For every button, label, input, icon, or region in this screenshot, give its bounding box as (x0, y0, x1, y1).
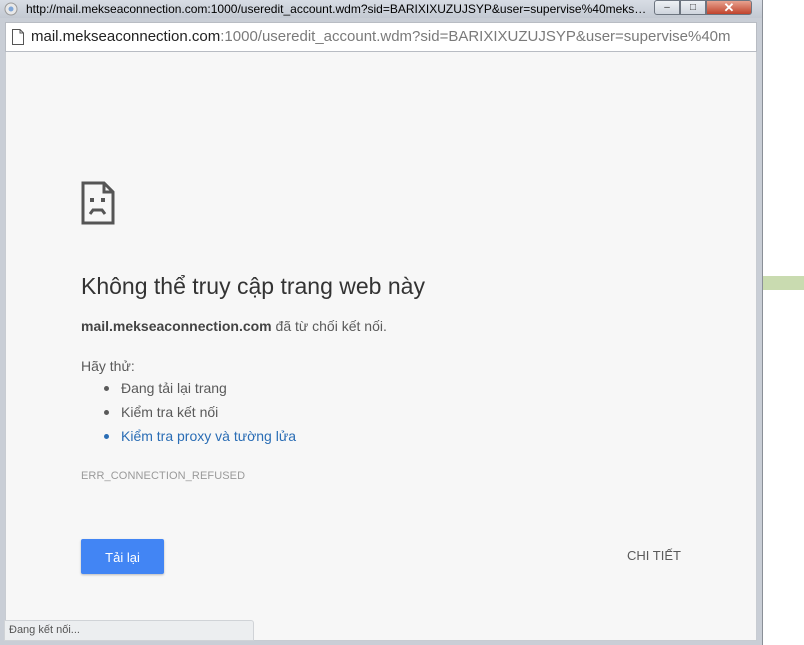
minimize-button[interactable]: ‒ (654, 0, 680, 15)
maximize-button[interactable]: □ (680, 0, 706, 15)
close-button[interactable]: ✕ (706, 0, 752, 15)
reload-button[interactable]: Tải lại (81, 539, 164, 574)
url-text[interactable]: mail.mekseaconnection.com:1000/useredit_… (31, 28, 755, 46)
window-controls: ‒ □ ✕ (654, 0, 752, 16)
suggestion-text: Kiểm tra kết nối (121, 404, 219, 420)
page-icon (11, 29, 25, 45)
suggestion-proxy-firewall[interactable]: Kiểm tra proxy và tường lửa (81, 427, 296, 451)
url-path: :1000/useredit_account.wdm?sid=BARIXIXUZ… (220, 28, 731, 45)
address-bar[interactable]: mail.mekseaconnection.com:1000/useredit_… (5, 22, 757, 52)
error-host: mail.mekseaconnection.com (81, 318, 272, 334)
background-right (763, 0, 804, 645)
try-label: Hãy thử: (81, 358, 135, 374)
sad-page-icon (81, 181, 115, 230)
details-button[interactable]: CHI TIẾT (614, 545, 694, 567)
suggestion-reload: Đang tải lại trang (81, 379, 296, 403)
proxy-firewall-link[interactable]: Kiểm tra proxy và tường lửa (121, 428, 296, 444)
error-heading: Không thể truy cập trang web này (81, 273, 425, 299)
suggestion-check-connection: Kiểm tra kết nối (81, 403, 296, 427)
error-code: ERR_CONNECTION_REFUSED (81, 470, 246, 482)
error-description: mail.mekseaconnection.com đã từ chối kết… (81, 317, 387, 335)
error-description-suffix: đã từ chối kết nối. (271, 318, 387, 334)
popup-window: http://mail.mekseaconnection.com:1000/us… (0, 0, 763, 645)
suggestion-text: Đang tải lại trang (121, 380, 227, 396)
suggestion-list: Đang tải lại trang Kiểm tra kết nối Kiểm… (81, 379, 296, 451)
background-accent (763, 276, 804, 290)
window-title: http://mail.mekseaconnection.com:1000/us… (26, 2, 648, 16)
title-bar[interactable]: http://mail.mekseaconnection.com:1000/us… (0, 0, 762, 18)
status-bubble: Đang kết nối... (4, 620, 254, 641)
error-page: Không thể truy cập trang web này mail.me… (5, 52, 757, 641)
chrome-icon (4, 2, 18, 16)
url-host: mail.mekseaconnection.com (31, 28, 221, 45)
